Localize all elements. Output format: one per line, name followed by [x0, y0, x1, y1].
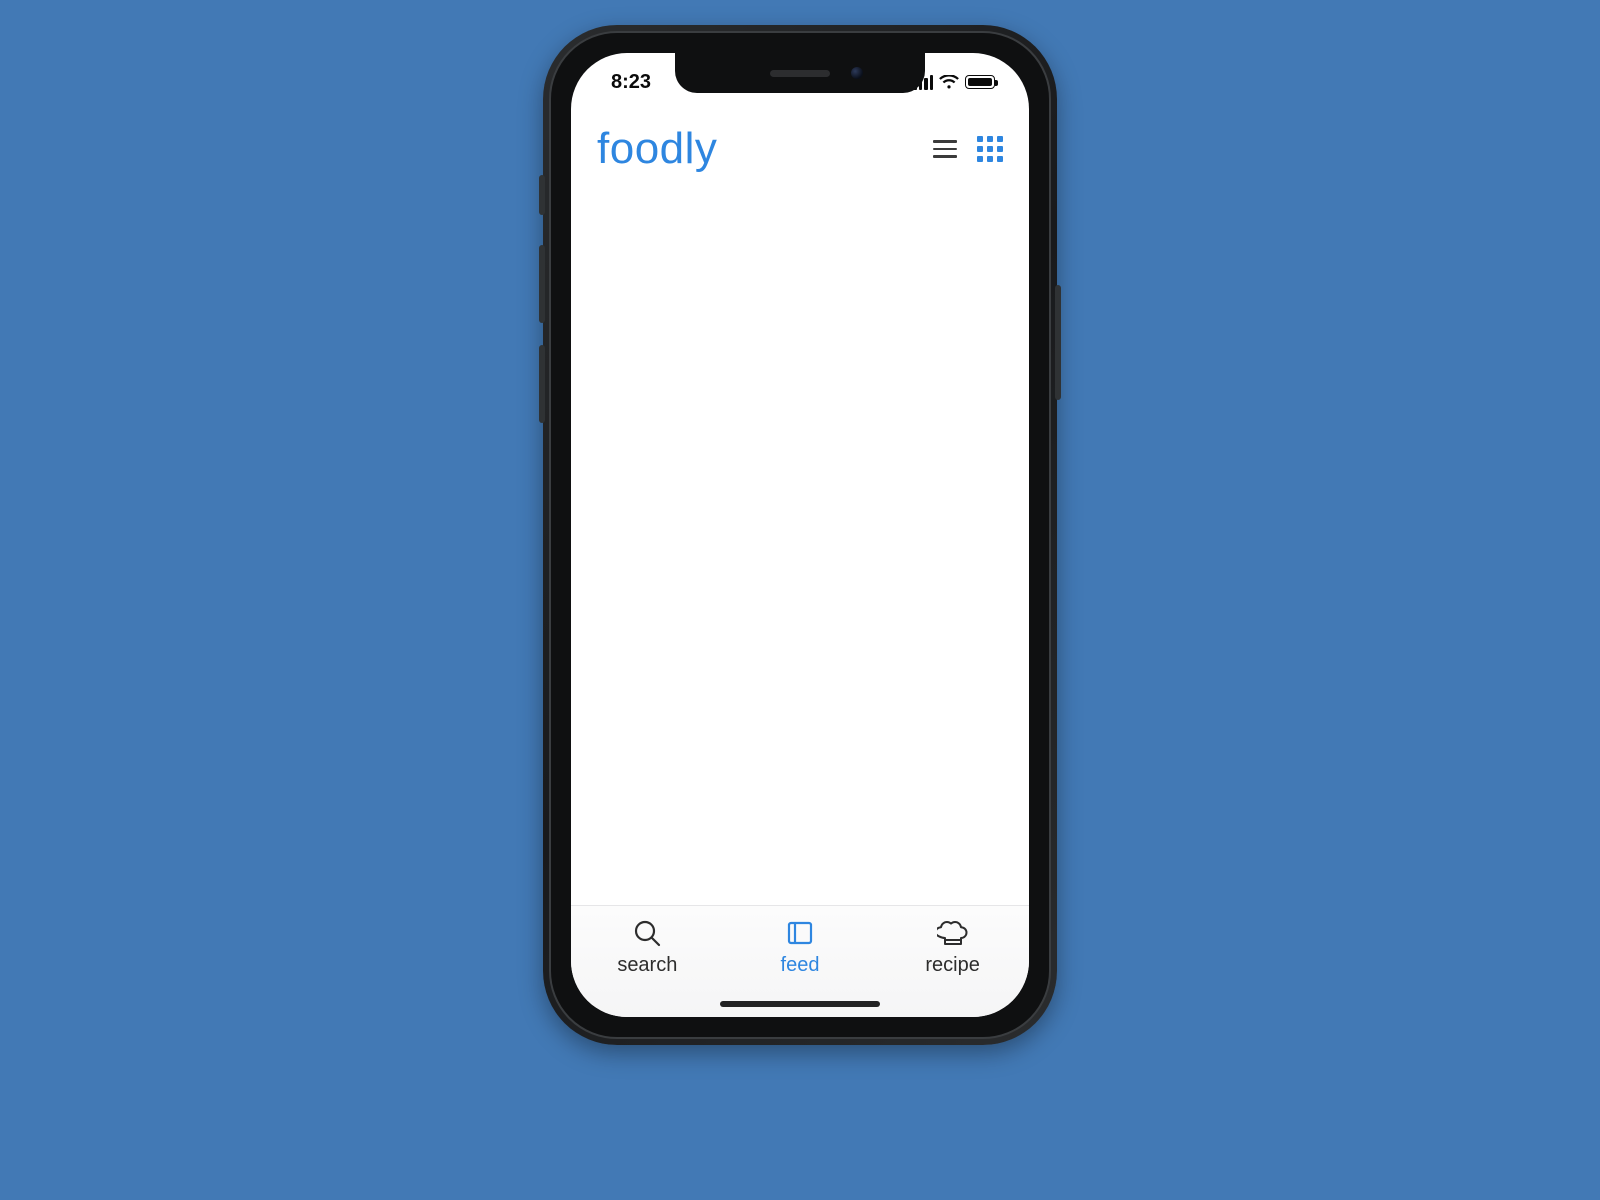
tab-label: feed	[781, 954, 820, 977]
grid-dots-icon	[977, 136, 983, 142]
list-lines-icon	[933, 140, 957, 143]
phone-screen: 8:23 foodly	[571, 53, 1029, 1017]
power-button	[1055, 285, 1061, 400]
tab-search[interactable]: search	[587, 918, 707, 977]
app-header: foodly	[571, 113, 1029, 185]
front-camera	[851, 67, 863, 79]
header-actions	[933, 136, 1003, 162]
feed-content-area[interactable]	[571, 185, 1029, 907]
tab-feed[interactable]: feed	[740, 918, 860, 977]
phone-bezel: 8:23 foodly	[549, 31, 1051, 1039]
phone-device-frame: 8:23 foodly	[543, 25, 1057, 1045]
home-indicator[interactable]	[720, 1001, 880, 1007]
volume-down-button	[539, 345, 545, 423]
feed-icon	[785, 918, 815, 948]
status-time: 8:23	[601, 71, 651, 94]
tab-recipe[interactable]: recipe	[893, 918, 1013, 977]
app-brand: foodly	[597, 124, 717, 174]
tab-label: search	[617, 954, 677, 977]
battery-icon	[965, 75, 995, 89]
device-notch	[675, 53, 925, 93]
search-icon	[632, 918, 662, 948]
status-indicators	[913, 75, 999, 90]
volume-up-button	[539, 245, 545, 323]
chef-hat-icon	[937, 918, 969, 948]
grid-view-button[interactable]	[977, 136, 1003, 162]
tab-label: recipe	[925, 954, 979, 977]
mute-switch	[539, 175, 545, 215]
earpiece-speaker	[770, 70, 830, 77]
wifi-icon	[939, 75, 959, 90]
list-view-button[interactable]	[933, 140, 957, 158]
